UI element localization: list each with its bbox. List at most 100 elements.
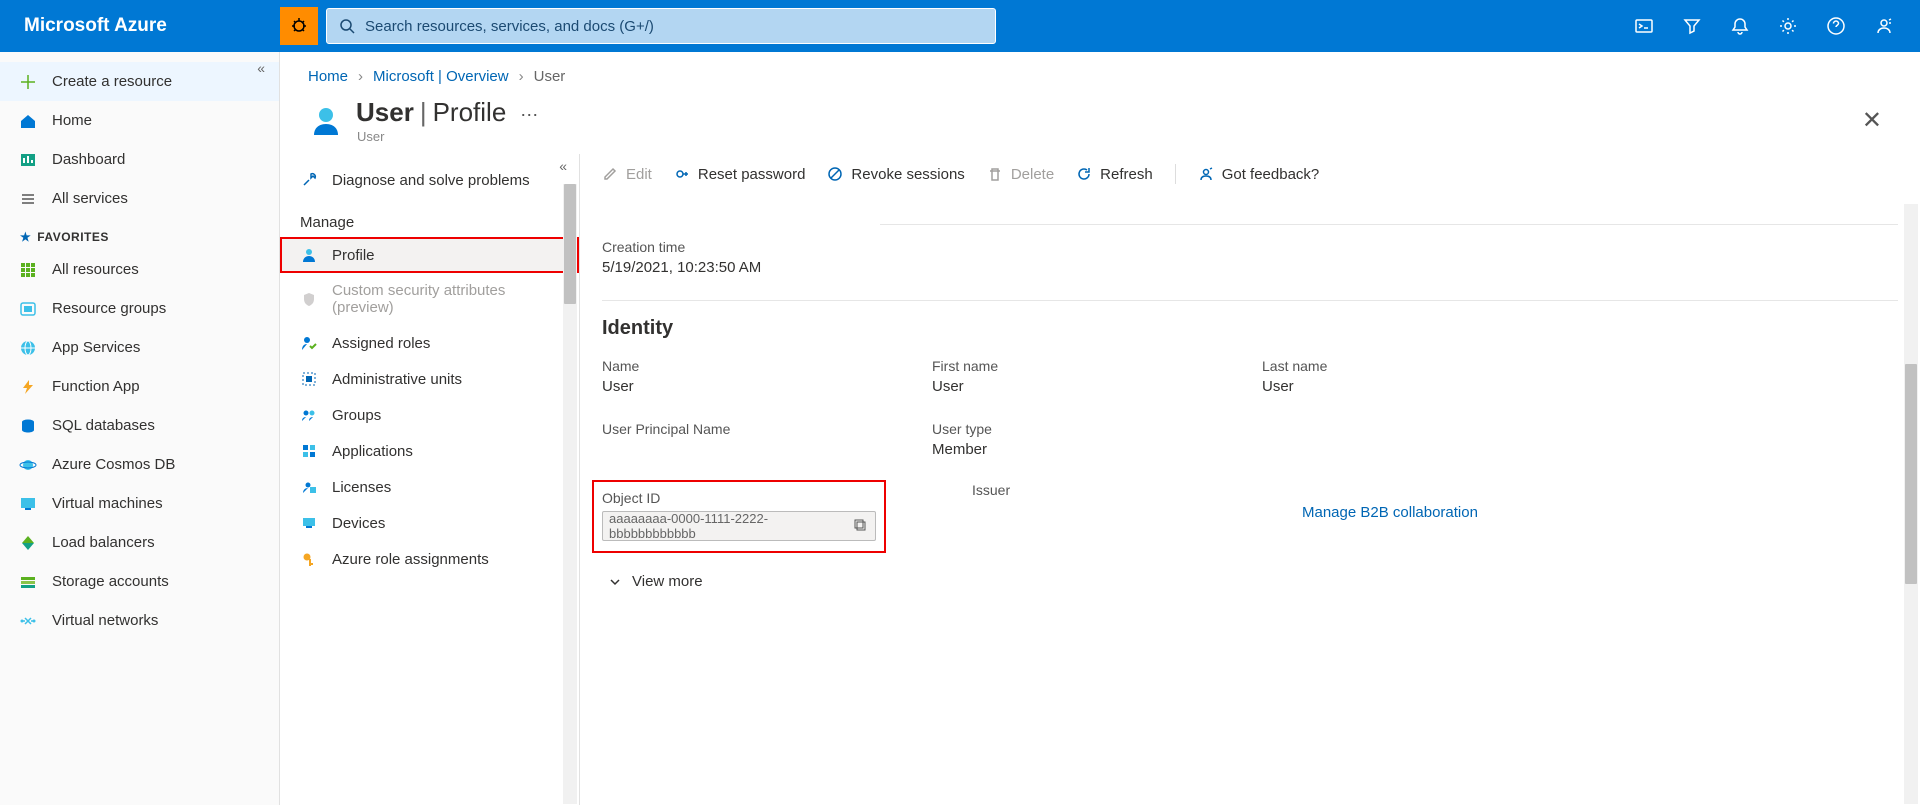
nav-cosmos-db[interactable]: Azure Cosmos DB [0, 445, 279, 484]
nav-label: Azure Cosmos DB [52, 456, 175, 473]
nav-label: Function App [52, 378, 140, 395]
storage-icon [18, 572, 38, 592]
menu-label: Devices [332, 515, 385, 532]
blade-menu: « Diagnose and solve problems Manage Pro… [280, 154, 580, 805]
breadcrumb-current: User [534, 68, 566, 85]
nav-dashboard[interactable]: Dashboard [0, 140, 279, 179]
lightning-icon [18, 377, 38, 397]
menu-diagnose[interactable]: Diagnose and solve problems [280, 162, 579, 198]
user-type-value: Member [932, 441, 1222, 458]
list-icon [18, 189, 38, 209]
breadcrumb: Home › Microsoft | Overview › User [280, 52, 1920, 97]
nav-all-services[interactable]: All services [0, 179, 279, 218]
nav-create-resource[interactable]: Create a resource [0, 62, 279, 101]
collapse-menu-button[interactable]: « [559, 158, 567, 174]
object-id-label: Object ID [602, 490, 876, 506]
device-icon [300, 514, 318, 532]
identity-heading: Identity [580, 301, 1920, 350]
home-icon [18, 111, 38, 131]
nav-label: Create a resource [52, 73, 172, 90]
debug-button[interactable] [280, 7, 318, 45]
nav-storage-accounts[interactable]: Storage accounts [0, 562, 279, 601]
more-actions-button[interactable]: ⋯ [520, 105, 539, 126]
copy-button[interactable] [851, 516, 869, 537]
notifications-button[interactable] [1716, 0, 1764, 52]
reset-password-button[interactable]: Reset password [674, 166, 806, 183]
nav-favorites-label: ★FAVORITES [0, 218, 279, 250]
license-icon [300, 478, 318, 496]
content-area: Home › Microsoft | Overview › User User|… [280, 52, 1920, 805]
search-input[interactable] [365, 18, 983, 35]
scrollbar[interactable] [563, 184, 577, 804]
settings-button[interactable] [1764, 0, 1812, 52]
grid-icon [18, 260, 38, 280]
refresh-button[interactable]: Refresh [1076, 166, 1153, 183]
first-name-label: First name [932, 358, 1222, 374]
person-icon [300, 246, 318, 264]
apps-icon [300, 442, 318, 460]
page-header: User|Profile User ⋯ ✕ [280, 97, 1920, 154]
database-icon [18, 416, 38, 436]
menu-label: Applications [332, 443, 413, 460]
nav-all-resources[interactable]: All resources [0, 250, 279, 289]
filter-button[interactable] [1668, 0, 1716, 52]
nav-app-services[interactable]: App Services [0, 328, 279, 367]
nav-label: Resource groups [52, 300, 166, 317]
network-icon [18, 611, 38, 631]
edit-button[interactable]: Edit [602, 166, 652, 183]
nav-resource-groups[interactable]: Resource groups [0, 289, 279, 328]
cloud-shell-button[interactable] [1620, 0, 1668, 52]
nav-label: All resources [52, 261, 139, 278]
menu-groups[interactable]: Groups [280, 397, 579, 433]
menu-devices[interactable]: Devices [280, 505, 579, 541]
view-more-button[interactable]: View more [580, 559, 1920, 604]
delete-button[interactable]: Delete [987, 166, 1054, 183]
menu-label: Diagnose and solve problems [332, 172, 530, 189]
object-id-field: Object ID aaaaaaaa-0000-1111-2222-bbbbbb… [594, 482, 884, 551]
menu-licenses[interactable]: Licenses [280, 469, 579, 505]
breadcrumb-overview[interactable]: Microsoft | Overview [373, 68, 509, 85]
main-layout: « Create a resource Home Dashboard All s… [0, 52, 1920, 805]
breadcrumb-home[interactable]: Home [308, 68, 348, 85]
menu-azure-roles[interactable]: Azure role assignments [280, 541, 579, 577]
globe-icon [18, 338, 38, 358]
separator [1175, 164, 1176, 184]
collapse-nav-button[interactable]: « [257, 60, 265, 76]
menu-assigned-roles[interactable]: Assigned roles [280, 325, 579, 361]
page-title: User|Profile [356, 97, 506, 128]
menu-label: Administrative units [332, 371, 462, 388]
feedback-button[interactable] [1860, 0, 1908, 52]
got-feedback-button[interactable]: Got feedback? [1198, 166, 1320, 183]
close-button[interactable]: ✕ [1852, 100, 1892, 141]
nav-virtual-networks[interactable]: Virtual networks [0, 601, 279, 640]
search-bar[interactable] [326, 8, 996, 44]
revoke-sessions-button[interactable]: Revoke sessions [827, 166, 964, 183]
identity-row-2: User Principal Name User type Member [580, 413, 1920, 466]
creation-time-label: Creation time [602, 239, 1898, 255]
help-button[interactable] [1812, 0, 1860, 52]
identity-row-1: Name User First name User Last name User [580, 350, 1920, 403]
top-bar: Microsoft Azure [0, 0, 1920, 52]
nav-label: Load balancers [52, 534, 155, 551]
name-label: Name [602, 358, 892, 374]
menu-admin-units[interactable]: Administrative units [280, 361, 579, 397]
menu-label: Azure role assignments [332, 551, 489, 568]
scrollbar[interactable] [1904, 204, 1918, 804]
nav-virtual-machines[interactable]: Virtual machines [0, 484, 279, 523]
menu-applications[interactable]: Applications [280, 433, 579, 469]
nav-label: SQL databases [52, 417, 155, 434]
nav-home[interactable]: Home [0, 101, 279, 140]
admin-units-icon [300, 370, 318, 388]
nav-load-balancers[interactable]: Load balancers [0, 523, 279, 562]
last-name-value: User [1262, 378, 1552, 395]
menu-custom-attrs[interactable]: Custom security attributes (preview) [280, 273, 579, 325]
shield-icon [300, 290, 318, 308]
nav-label: Dashboard [52, 151, 125, 168]
manage-b2b-link[interactable]: Manage B2B collaboration [1302, 504, 1478, 521]
menu-label: Licenses [332, 479, 391, 496]
brand-title: Microsoft Azure [0, 15, 280, 37]
nav-function-app[interactable]: Function App [0, 367, 279, 406]
menu-profile[interactable]: Profile [280, 237, 579, 273]
nav-sql-databases[interactable]: SQL databases [0, 406, 279, 445]
nav-label: Virtual machines [52, 495, 163, 512]
